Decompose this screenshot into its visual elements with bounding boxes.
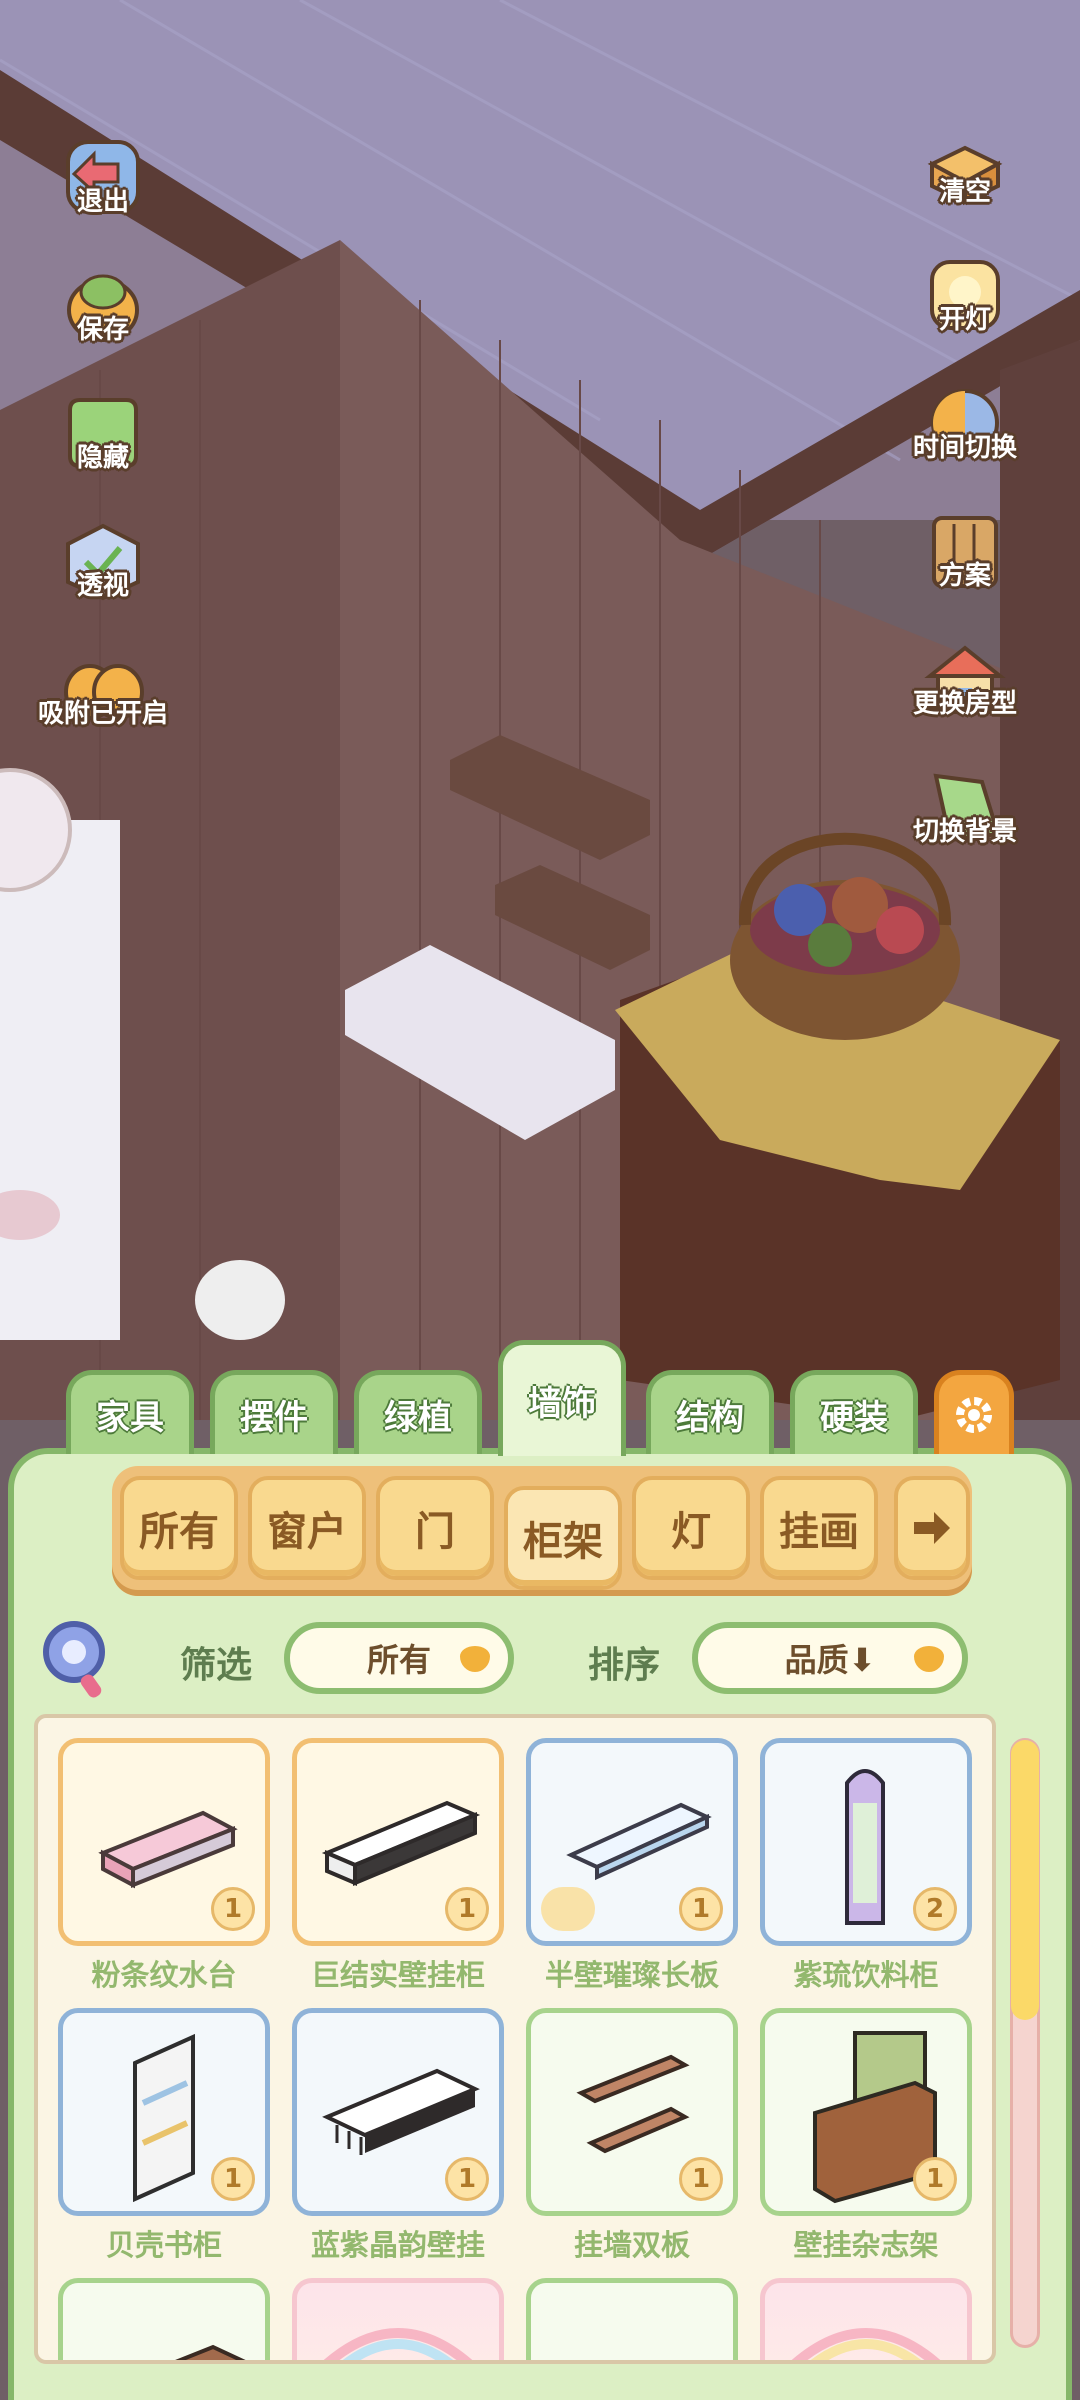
filter-dropdown[interactable]: 所有	[284, 1622, 514, 1694]
tab-structure-label: 结构	[676, 1398, 744, 1438]
save-label: 保存	[76, 315, 130, 345]
sort-value: 品质⬇	[784, 1641, 876, 1679]
item-name: 半壁璀璨长板	[544, 1958, 719, 1992]
item-card[interactable]: 1	[58, 1738, 270, 1946]
switch-background-button[interactable]: 切换背景	[910, 740, 1020, 850]
wood-shelf-icon	[175, 2344, 246, 2360]
subtab-paintings-label: 挂画	[779, 1509, 859, 1555]
change-house-button[interactable]: 更换房型	[910, 612, 1020, 722]
item-card[interactable]: 1	[292, 2008, 504, 2216]
exit-label: 退出	[76, 187, 130, 217]
light-button[interactable]: 开灯	[910, 228, 1020, 338]
item-card[interactable]	[58, 2278, 270, 2360]
subtab-cabinets[interactable]: 柜架	[504, 1486, 622, 1590]
tab-hardwear[interactable]: 硬装	[790, 1370, 918, 1454]
sort-label: 排序	[588, 1645, 661, 1686]
settings-tab[interactable]	[934, 1370, 1014, 1454]
subtab-windows-label: 窗户	[267, 1509, 347, 1555]
dropdown-arrow-icon	[460, 1646, 490, 1672]
clear-button[interactable]: 清空	[910, 100, 1020, 210]
subtab-next-button[interactable]	[894, 1476, 970, 1580]
subtab-doors[interactable]: 门	[376, 1476, 494, 1580]
item-count-badge: 1	[445, 2157, 489, 2201]
item-count-badge: 1	[679, 1887, 723, 1931]
wood-board-icon	[531, 2283, 733, 2364]
item-card[interactable]: 1	[526, 1738, 738, 1946]
scrollbar-thumb[interactable]	[1011, 1740, 1039, 2020]
item-card[interactable]: 2	[760, 1738, 972, 1946]
subtab-all[interactable]: 所有	[120, 1476, 238, 1580]
time-switch-button[interactable]: 时间切换	[910, 356, 1020, 466]
tab-furniture[interactable]: 家具	[66, 1370, 194, 1454]
subtab-doors-label: 门	[415, 1509, 455, 1555]
exit-button[interactable]: 退出	[48, 110, 158, 220]
tab-furniture-label: 家具	[96, 1398, 164, 1438]
hide-button[interactable]: 隐藏	[48, 366, 158, 476]
subtab-paintings[interactable]: 挂画	[760, 1476, 878, 1580]
subtab-lights-label: 灯	[671, 1509, 711, 1555]
item-count-badge: 2	[913, 1887, 957, 1931]
light-bulb-icon	[541, 1887, 595, 1931]
snap-button[interactable]: 吸附已开启	[38, 622, 168, 732]
item-name: 壁挂杂志架	[793, 2228, 939, 2262]
item-name: 巨结实壁挂柜	[310, 1958, 485, 1992]
tab-structure[interactable]: 结构	[646, 1370, 774, 1454]
time-switch-label: 时间切换	[912, 433, 1018, 463]
filter-label: 筛选	[180, 1645, 253, 1686]
item-name: 蓝紫晶韵壁挂	[310, 2228, 485, 2262]
tab-wall-decor-label: 墙饰	[528, 1384, 596, 1424]
tab-wall-decor[interactable]: 墙饰	[498, 1340, 626, 1456]
plan-label: 方案	[938, 561, 992, 591]
tab-plants[interactable]: 绿植	[354, 1370, 482, 1454]
clear-label: 清空	[938, 177, 992, 207]
rainbow-rack-icon	[791, 2328, 941, 2360]
subtab-lights[interactable]: 灯	[632, 1476, 750, 1580]
item-card[interactable]: 1	[760, 2008, 972, 2216]
item-count-badge: 1	[211, 2157, 255, 2201]
search-icon[interactable]	[40, 1618, 116, 1702]
item-name: 挂墙双板	[573, 2228, 690, 2262]
item-card[interactable]: 1	[526, 2008, 738, 2216]
item-card[interactable]: 1	[292, 1738, 504, 1946]
rainbow-shelf-icon	[323, 2328, 473, 2360]
item-name: 紫琉饮料柜	[793, 1958, 939, 1992]
change-house-label: 更换房型	[912, 689, 1018, 719]
dropdown-arrow-icon	[914, 1646, 944, 1672]
subtab-all-label: 所有	[139, 1509, 219, 1555]
tab-ornaments[interactable]: 摆件	[210, 1370, 338, 1454]
sort-dropdown[interactable]: 品质⬇	[692, 1622, 968, 1694]
perspective-button[interactable]: 透视	[48, 494, 158, 604]
item-count-badge: 1	[211, 1887, 255, 1931]
item-name: 粉条纹水台	[91, 1958, 237, 1992]
item-card[interactable]: 1	[58, 2008, 270, 2216]
hide-label: 隐藏	[76, 443, 130, 473]
item-count-badge: 1	[679, 2157, 723, 2201]
tab-hardwear-label: 硬装	[820, 1398, 888, 1438]
tab-ornaments-label: 摆件	[240, 1398, 308, 1438]
plan-button[interactable]: 方案	[910, 484, 1020, 594]
save-button[interactable]: 保存	[48, 238, 158, 348]
item-count-badge: 1	[913, 2157, 957, 2201]
subtab-cabinets-label: 柜架	[523, 1519, 603, 1565]
item-card[interactable]	[760, 2278, 972, 2360]
tab-plants-label: 绿植	[384, 1398, 452, 1438]
light-label: 开灯	[938, 305, 992, 335]
item-name: 贝壳书柜	[105, 2228, 222, 2262]
snap-label: 吸附已开启	[37, 699, 169, 729]
item-card[interactable]	[292, 2278, 504, 2360]
perspective-label: 透视	[76, 571, 130, 601]
item-count-badge: 1	[445, 1887, 489, 1931]
item-grid: 1 1 1 2 粉条纹水台 巨结实壁挂柜 半壁璀璨长板 紫琉饮料柜 1 1 1 …	[34, 1714, 996, 2364]
arrow-right-icon	[914, 1512, 950, 1544]
item-card[interactable]	[526, 2278, 738, 2364]
switch-background-label: 切换背景	[912, 817, 1018, 847]
gear-icon	[956, 1396, 992, 1433]
filter-value: 所有	[366, 1641, 431, 1679]
subtab-windows[interactable]: 窗户	[248, 1476, 366, 1580]
